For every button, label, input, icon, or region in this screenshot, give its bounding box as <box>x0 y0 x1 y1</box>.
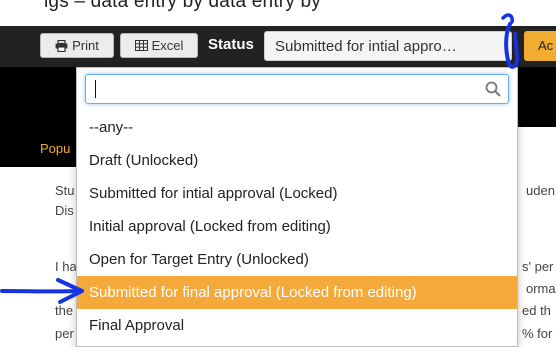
dropdown-option-selected[interactable]: Submitted for final approval (Locked fro… <box>77 276 517 309</box>
status-select[interactable]: Submitted for intial appro… <box>264 31 512 61</box>
search-icon <box>485 81 501 97</box>
printer-icon <box>55 39 68 52</box>
dropdown-option[interactable]: Final Approval <box>77 309 517 342</box>
body-text-fragment: Stu <box>55 183 75 198</box>
dropdown-search-field[interactable] <box>85 74 509 104</box>
text-cursor <box>95 80 96 98</box>
body-text-fragment: orma <box>526 281 556 296</box>
excel-button-label: Excel <box>151 38 184 53</box>
body-text-fragment: I ha <box>55 259 77 274</box>
body-text-fragment: % for <box>522 326 553 341</box>
body-text-fragment: per <box>55 326 74 341</box>
hand-drawn-arrow-icon <box>0 278 84 304</box>
dropdown-option[interactable]: Submitted for intial approval (Locked) <box>77 177 517 210</box>
body-text-fragment: s' per <box>522 259 554 274</box>
dropdown-options-list: --any-- Draft (Unlocked) Submitted for int… <box>77 111 517 342</box>
excel-button[interactable]: Excel <box>120 33 198 58</box>
print-button[interactable]: Print <box>40 33 114 58</box>
page-caption: igs – data entry by data entry by <box>44 0 321 12</box>
body-text-fragment: ed th <box>522 303 551 318</box>
dropdown-option[interactable]: --any-- <box>77 111 517 144</box>
table-icon <box>134 40 148 51</box>
status-dropdown: --any-- Draft (Unlocked) Submitted for int… <box>76 67 518 347</box>
body-text-fragment: the <box>55 303 74 318</box>
status-label: Status <box>208 36 254 53</box>
print-button-label: Print <box>72 38 99 53</box>
body-text-fragment: uden <box>526 183 555 198</box>
actions-button[interactable]: Ac <box>524 31 556 61</box>
body-text-fragment: Dis <box>55 203 74 218</box>
popup-label: Popu <box>40 141 71 156</box>
dropdown-option[interactable]: Draft (Unlocked) <box>77 144 517 177</box>
dropdown-search-input[interactable] <box>86 75 486 103</box>
dropdown-option[interactable]: Open for Target Entry (Unlocked) <box>77 243 517 276</box>
dropdown-option[interactable]: Initial approval (Locked from editing) <box>77 210 517 243</box>
